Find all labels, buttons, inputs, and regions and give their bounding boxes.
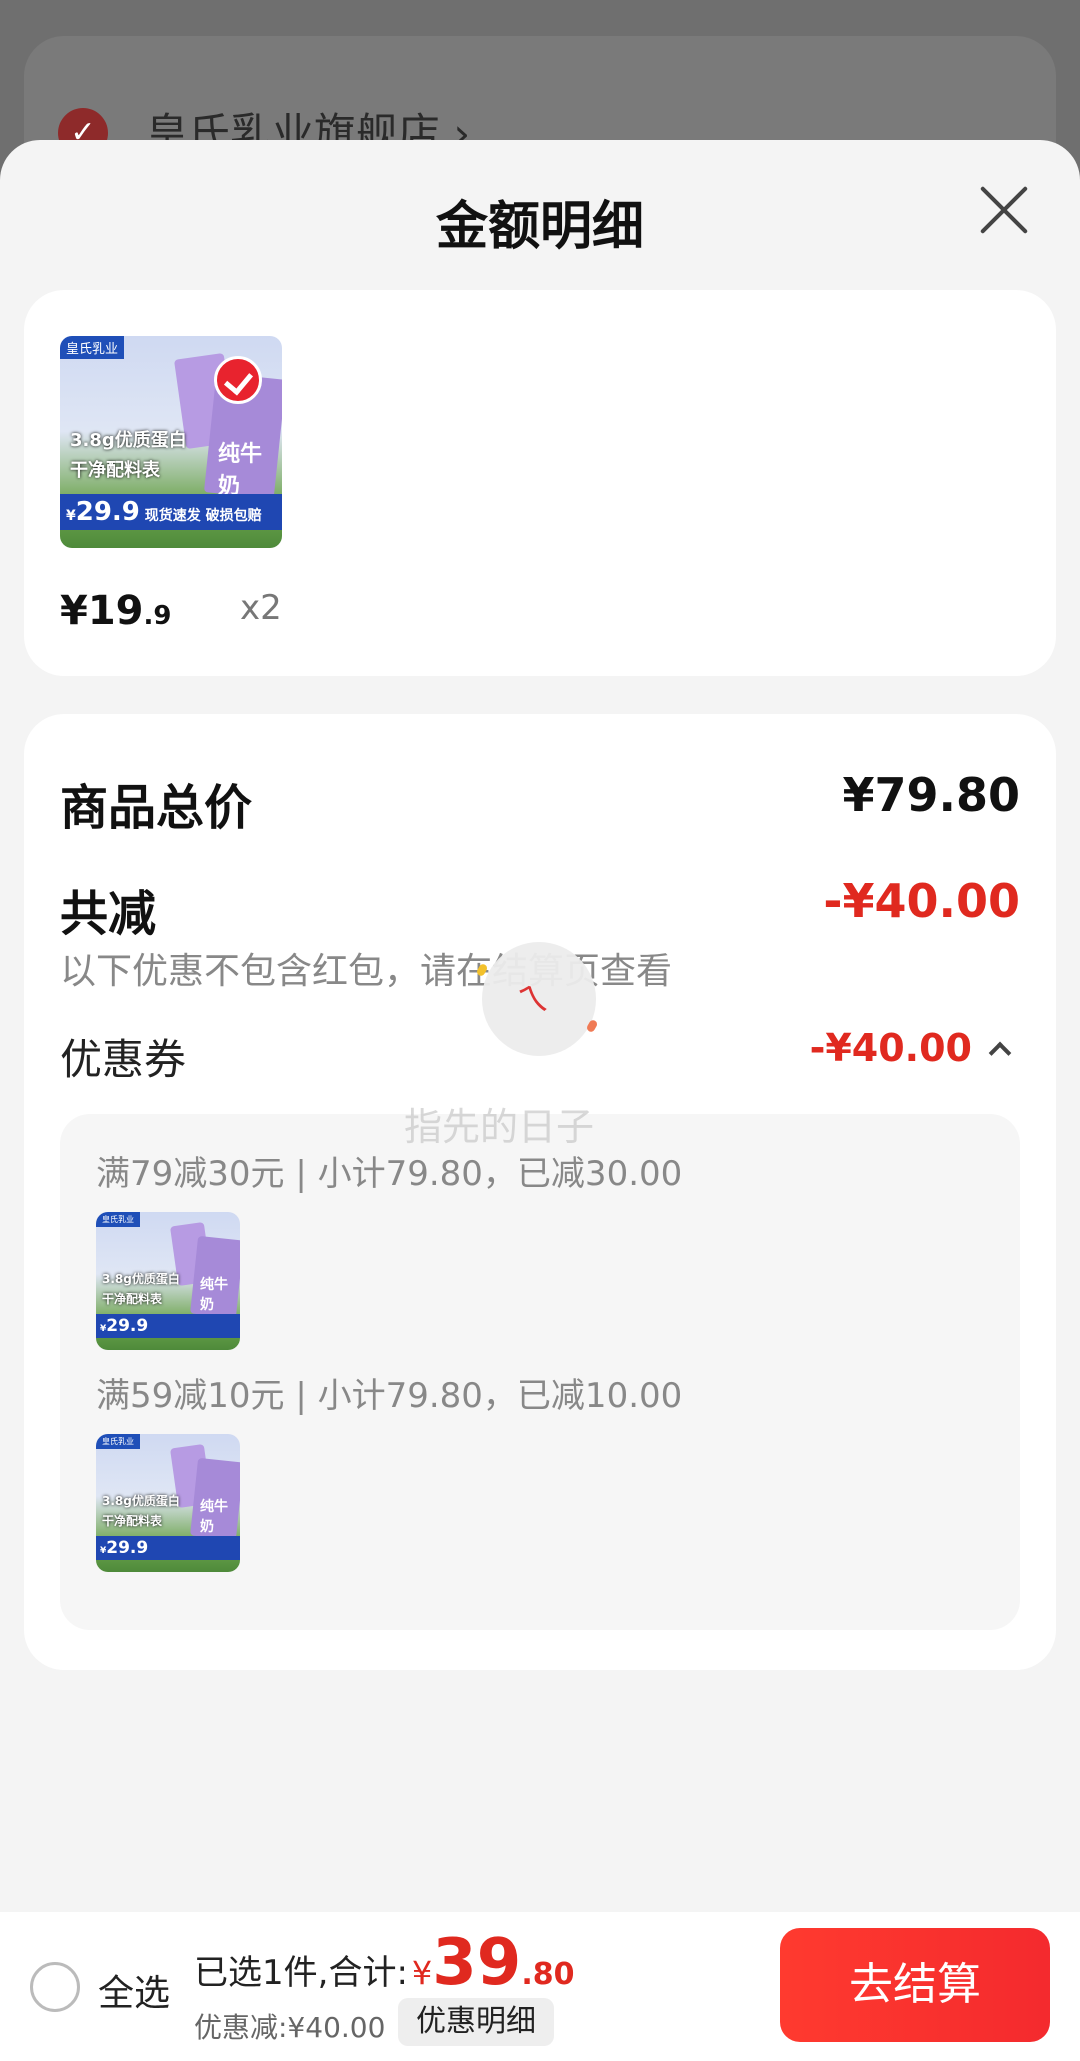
checkout-button[interactable]: 去结算: [780, 1928, 1050, 2042]
select-all-radio[interactable]: [30, 1962, 80, 2012]
coupon-detail-box: 满79减30元 | 小计79.80，已减30.00 皇氏乳业 纯牛奶 3.8g优…: [60, 1114, 1020, 1630]
amount-detail-sheet: 金额明细 皇氏乳业 纯牛奶 3.8g优质蛋白 干净配料表 ¥29.9 现货速发 …: [0, 140, 1080, 2061]
select-all-label[interactable]: 全选: [98, 1964, 170, 2016]
checkout-bar: 全选 已选1件,合计: ¥39.80 优惠减:¥40.00 优惠明细 去结算: [0, 1912, 1080, 2061]
product-quantity: x2: [240, 588, 282, 628]
spinner-icon: ㄟ: [516, 980, 550, 1020]
total-discount-value: -¥40.00: [823, 874, 1020, 928]
coupon-product-image[interactable]: 皇氏乳业 纯牛奶 3.8g优质蛋白 干净配料表 ¥29.9: [96, 1212, 240, 1350]
coupon-item: 满79减30元 | 小计79.80，已减30.00: [96, 1154, 683, 1194]
summary-card: 商品总价 ¥79.80 共减 -¥40.00 以下优惠不包含红包，请在结算页查看…: [24, 714, 1056, 1670]
order-total: 已选1件,合计: ¥39.80: [194, 1926, 575, 2000]
discount-detail-button[interactable]: 优惠明细: [398, 1998, 554, 2046]
box-text: 纯牛奶: [218, 442, 263, 499]
coupon-label: 优惠券: [60, 1035, 187, 1084]
sheet-title: 金额明细: [435, 197, 644, 257]
loading-spinner: ㄟ: [475, 942, 599, 1056]
product-card: 皇氏乳业 纯牛奶 3.8g优质蛋白 干净配料表 ¥29.9 现货速发 破损包赔 …: [24, 290, 1056, 676]
image-line1: 3.8g优质蛋白: [70, 430, 187, 451]
coupon-product-image[interactable]: 皇氏乳业 纯牛奶 3.8g优质蛋白 干净配料表 ¥29.9: [96, 1434, 240, 1572]
product-price: ¥19.9: [60, 588, 172, 634]
image-line2: 干净配料表: [70, 460, 160, 481]
image-price-strip: ¥29.9 现货速发 破损包赔: [60, 494, 282, 530]
close-icon[interactable]: [976, 182, 1032, 238]
discount-summary: 优惠减:¥40.00: [194, 2011, 386, 2044]
coupon-toggle[interactable]: -¥40.00: [809, 1026, 1012, 1070]
total-discount-label: 共减: [60, 886, 157, 942]
brand-tag: 皇氏乳业: [60, 336, 125, 359]
total-price-label: 商品总价: [60, 780, 253, 836]
selected-check-icon[interactable]: [214, 356, 262, 404]
total-price-value: ¥79.80: [842, 768, 1020, 822]
coupon-value: -¥40.00: [809, 1026, 972, 1070]
chevron-up-icon: [988, 1041, 1012, 1065]
loading-caption: 指先的日子: [404, 1105, 595, 1149]
coupon-item: 满59减10元 | 小计79.80，已减10.00: [96, 1376, 683, 1416]
